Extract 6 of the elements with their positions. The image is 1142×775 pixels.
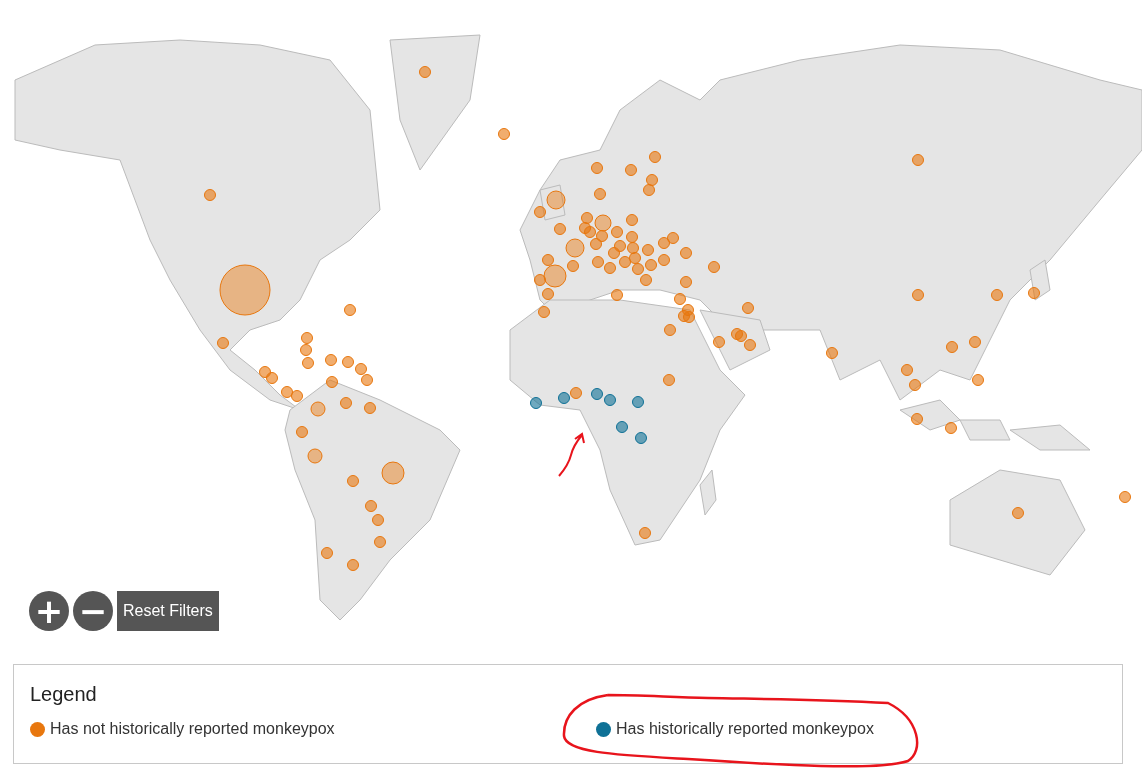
zoom-in-button[interactable]: + — [29, 591, 69, 631]
legend-label: Has historically reported monkeypox — [616, 720, 874, 738]
legend-label: Has not historically reported monkeypox — [50, 720, 335, 738]
zoom-out-button[interactable]: − — [73, 591, 113, 631]
legend-title: Legend — [30, 683, 98, 706]
reset-filters-button[interactable]: Reset Filters — [117, 591, 219, 631]
